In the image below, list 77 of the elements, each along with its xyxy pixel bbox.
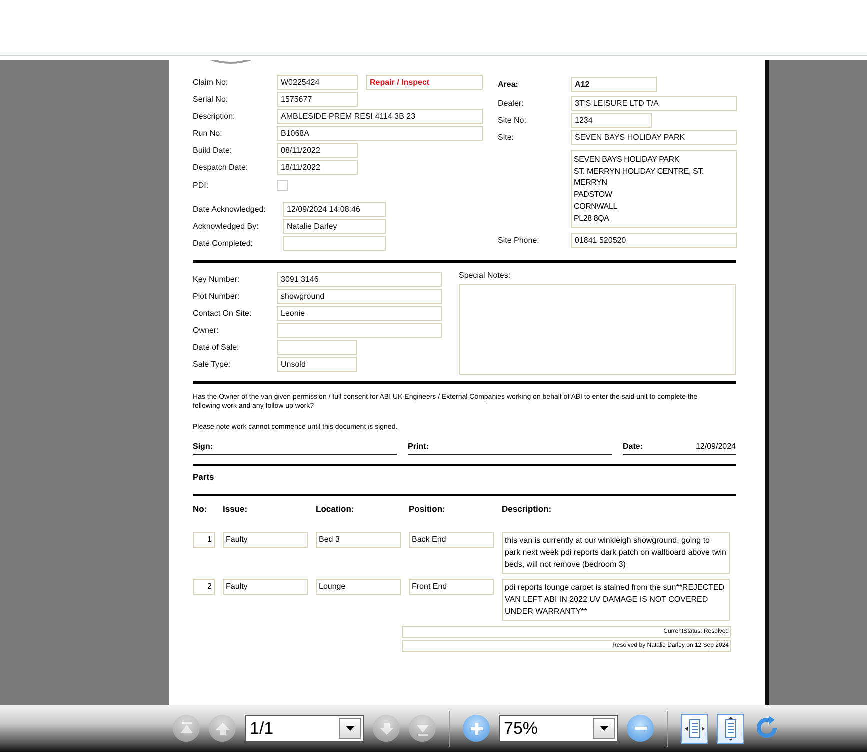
- text-field[interactable]: SEVEN BAYS HOLIDAY PARK: [571, 130, 737, 145]
- table-cell: pdi reports lounge carpet is stained from the sun**REJECTED VAN LEFT ABI IN 2022 UV DAMAGE IS NOT COVERED UNDER WARRANTY**: [502, 579, 730, 621]
- field-label: Build Date:: [193, 146, 234, 155]
- text-field[interactable]: Unsold: [277, 357, 357, 372]
- text-field[interactable]: Leonie: [277, 306, 442, 321]
- field-label: Special Notes:: [459, 271, 512, 280]
- field-label: Area:: [498, 80, 520, 89]
- field-label: Date Acknowledged:: [193, 205, 267, 214]
- zoom-out-button[interactable]: [627, 715, 654, 742]
- field-label: Despatch Date:: [193, 163, 250, 172]
- table-cell: Back End: [409, 532, 494, 548]
- fit-height-button[interactable]: [717, 714, 744, 744]
- text-field[interactable]: 01841 520520: [571, 233, 737, 248]
- field-label: Date Completed:: [193, 239, 254, 248]
- field-label: Claim No:: [193, 78, 230, 87]
- text-field[interactable]: A12: [571, 77, 657, 92]
- text-field[interactable]: 18/11/2022: [277, 160, 358, 175]
- text-field[interactable]: 3091 3146: [277, 272, 442, 287]
- caret-icon: [346, 726, 354, 731]
- fit-width-button[interactable]: [681, 714, 708, 744]
- print-name-line[interactable]: Print:: [408, 442, 612, 455]
- field-label: Plot Number:: [193, 292, 241, 301]
- address-field[interactable]: SEVEN BAYS HOLIDAY PARK ST. MERRYN HOLIDAY CENTRE, ST. MERRYN PADSTOW CORNWALL PL28 8QA: [571, 150, 737, 228]
- field-label: PDI:: [193, 181, 210, 190]
- field-label: Acknowledged By:: [193, 222, 260, 231]
- caret-icon: [600, 726, 608, 731]
- table-cell: 1: [193, 532, 215, 548]
- field-label: Site No:: [498, 116, 528, 125]
- table-cell: Lounge: [316, 579, 401, 595]
- table-cell: Faulty: [223, 579, 308, 595]
- text-field[interactable]: [277, 323, 442, 338]
- zoom-in-button[interactable]: [463, 715, 490, 742]
- dropdown-button[interactable]: [593, 718, 615, 739]
- column-header: Issue:: [223, 504, 249, 514]
- text-field[interactable]: showground: [277, 289, 442, 304]
- text-field[interactable]: 1234: [571, 113, 652, 128]
- column-header: Position:: [409, 504, 446, 514]
- table-cell: 2: [193, 579, 215, 595]
- text-field[interactable]: W0225424: [277, 75, 358, 90]
- section-title: Parts: [193, 472, 216, 482]
- text-field[interactable]: [283, 236, 386, 251]
- text-field[interactable]: 3T'S LEISURE LTD T/A: [571, 96, 737, 111]
- dropdown-field[interactable]: 1/1: [245, 715, 364, 742]
- field-label: Description:: [193, 112, 236, 121]
- text-field[interactable]: Natalie Darley: [283, 219, 386, 234]
- column-header: No:: [193, 504, 208, 514]
- field-label: Sale Type:: [193, 360, 232, 369]
- claim-type-field[interactable]: Repair / Inspect: [366, 75, 483, 90]
- dropdown-field[interactable]: 75%: [499, 715, 618, 742]
- field-label: Dealer:: [498, 99, 525, 108]
- table-cell: Front End: [409, 579, 494, 595]
- text-field[interactable]: 08/11/2022: [277, 143, 358, 158]
- field-label: Date of Sale:: [193, 343, 240, 352]
- field-label: Contact On Site:: [193, 309, 253, 318]
- column-header: Location:: [316, 504, 356, 514]
- signature-line[interactable]: Sign:: [193, 442, 397, 455]
- table-cell: this van is currently at our winkleigh showground, going to park next week pdi reports dark patch on wallboard above twin beds, will not remove (bedroom 3): [502, 532, 730, 574]
- minus-icon: [634, 727, 646, 730]
- field-label: Key Number:: [193, 275, 241, 284]
- text-field[interactable]: [277, 340, 357, 355]
- date-line[interactable]: Date: 12/09/2024: [623, 442, 736, 455]
- field-label: Owner:: [193, 326, 220, 335]
- text-field[interactable]: B1068A: [277, 126, 483, 141]
- field-label: Run No:: [193, 129, 224, 138]
- text-field[interactable]: 1575677: [277, 92, 358, 107]
- checkbox[interactable]: [277, 180, 288, 191]
- field-label: Site:: [498, 133, 516, 142]
- notes-field[interactable]: [459, 284, 736, 375]
- table-cell: Bed 3: [316, 532, 401, 548]
- text-field[interactable]: AMBLESIDE PREM RESI 4114 3B 23: [277, 109, 483, 124]
- field-label: Serial No:: [193, 95, 230, 104]
- dropdown-button[interactable]: [339, 718, 361, 739]
- field-label: Site Phone:: [498, 236, 540, 246]
- fit-width-icon: [684, 716, 704, 740]
- table-cell: Faulty: [223, 532, 308, 548]
- column-header: Description:: [502, 504, 553, 514]
- text-field[interactable]: 12/09/2024 14:08:46: [283, 202, 386, 217]
